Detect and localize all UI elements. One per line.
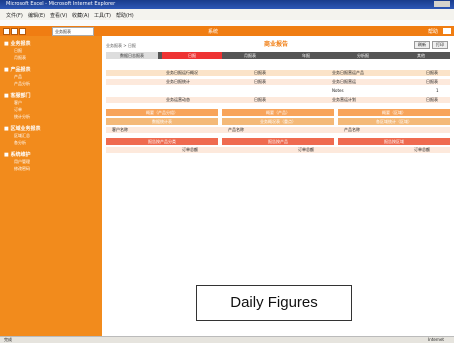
table-row[interactable]: 订单总额 订单总额 订单总额: [106, 147, 450, 153]
module-select[interactable]: 业务报表: [52, 27, 94, 36]
group-header-red: 报告按产品: [222, 138, 334, 145]
menu-favorites[interactable]: 收藏(A): [72, 12, 89, 19]
app-header: 业务报表 系统 帮助: [0, 26, 454, 36]
row-type: 日报表: [254, 97, 266, 102]
table-row[interactable]: Notes 1: [106, 88, 450, 94]
sidebar-item-orders[interactable]: 订单: [14, 107, 22, 113]
row-label: 业务运营动态: [166, 97, 190, 102]
close-icon[interactable]: [443, 28, 451, 34]
group-header: 概要（产品）: [222, 109, 334, 116]
row-type: 日报表: [426, 79, 438, 84]
sidebar: ■ 业务报表 日报 月报表 ■ 产品报表 产品 产品分析 ■ 客服部门 客户 订…: [0, 36, 102, 336]
tab-yearly[interactable]: 年报: [278, 52, 334, 59]
tab-other[interactable]: 其他: [392, 52, 450, 59]
menu-help[interactable]: 帮助(H): [116, 12, 134, 19]
group-header: 概要（区域）: [338, 109, 450, 116]
sidebar-item-users[interactable]: 用户管理: [14, 159, 30, 165]
column-label: 订单总额: [182, 147, 198, 152]
sidebar-section-system[interactable]: ■ 系统维护: [4, 151, 30, 158]
window-title: Microsoft Excel - Microsoft Internet Exp…: [6, 1, 116, 7]
sidebar-item-monthly[interactable]: 月报表: [14, 55, 26, 61]
column-label: 产品名称: [228, 127, 244, 132]
row-type: 日报表: [254, 70, 266, 75]
report-tabs: 数据日志报表 日报 月报表 年报 分析报 其他: [106, 52, 450, 59]
row-label: 业务日报营运: [332, 79, 356, 84]
row-label: 业务日报运行概况: [166, 70, 198, 75]
sidebar-item-product-analysis[interactable]: 产品分析: [14, 81, 30, 87]
sidebar-section-service[interactable]: ■ 客服部门: [4, 92, 30, 99]
menu-edit[interactable]: 编辑(E): [28, 12, 45, 19]
sidebar-item-region-summary[interactable]: 区域汇总: [14, 133, 30, 139]
group-subheader: 业务概况表（重点）: [222, 118, 334, 125]
window-controls[interactable]: [434, 1, 450, 7]
app-center-label: 系统: [208, 29, 219, 35]
window-title-bar: Microsoft Excel - Microsoft Internet Exp…: [0, 0, 454, 9]
forward-icon[interactable]: [11, 28, 18, 35]
tab-daily[interactable]: 日报: [162, 52, 222, 59]
tab-monthly[interactable]: 月报表: [222, 52, 278, 59]
menu-file[interactable]: 文件(F): [6, 12, 23, 19]
tab-log[interactable]: 数据日志报表: [106, 52, 158, 59]
sidebar-item-stats[interactable]: 统计分析: [14, 114, 30, 120]
sidebar-item-product[interactable]: 产品: [14, 74, 22, 80]
row-label: Notes: [332, 88, 344, 93]
refresh-button[interactable]: 刷新: [414, 41, 430, 49]
group-subheader: 各区域统计（区域）: [338, 118, 450, 125]
group-header: 概要（产品分组）: [106, 109, 218, 116]
figure-caption: Daily Figures: [196, 285, 352, 321]
sidebar-item-password[interactable]: 修改密码: [14, 166, 30, 172]
row-label: 业务日报营运产品: [332, 70, 364, 75]
sidebar-section-products[interactable]: ■ 产品报表: [4, 66, 30, 73]
row-type: 日报表: [426, 97, 438, 102]
status-text: 完成: [4, 337, 12, 342]
table-row[interactable]: 业务运营动态 日报表 业务营运计划 日报表: [106, 97, 450, 103]
row-count: 1: [436, 88, 439, 93]
group-header-red: 报告按产品分类: [106, 138, 218, 145]
column-label: 订单总额: [298, 147, 314, 152]
column-label: 订单总额: [414, 147, 430, 152]
table-row[interactable]: 业务日报统计 日报表 业务日报营运 日报表: [106, 79, 450, 85]
sidebar-section-regions[interactable]: ■ 区域业务报表: [4, 125, 40, 132]
breadcrumb: 业务报表 > 日报: [106, 43, 136, 48]
menu-tools[interactable]: 工具(T): [94, 12, 111, 19]
tab-analysis[interactable]: 分析报: [334, 52, 392, 59]
page-title: 商业报告: [264, 41, 289, 48]
help-link[interactable]: 帮助: [428, 28, 438, 35]
sidebar-item-customers[interactable]: 客户: [14, 100, 22, 106]
group-subheader: 数据统计表: [106, 118, 218, 125]
back-icon[interactable]: [3, 28, 10, 35]
column-label: 客户名称: [112, 127, 128, 132]
row-type: 日报表: [254, 79, 266, 84]
column-label: 产品名称: [344, 127, 360, 132]
status-zone: Internet: [428, 337, 444, 342]
table-row[interactable]: 客户名称 产品名称 产品名称: [106, 127, 450, 133]
home-icon[interactable]: [19, 28, 26, 35]
row-label: 业务日报统计: [166, 79, 190, 84]
row-label: 业务营运计划: [332, 97, 356, 102]
sidebar-item-daily[interactable]: 日报: [14, 48, 22, 54]
menu-view[interactable]: 查看(V): [50, 12, 67, 19]
sidebar-section-reports[interactable]: ■ 业务报表: [4, 40, 30, 47]
table-row[interactable]: 业务日报运行概况 日报表 业务日报营运产品 日报表: [106, 70, 450, 76]
group-header-red: 报告按区域: [338, 138, 450, 145]
print-button[interactable]: 打印: [432, 41, 448, 49]
sidebar-item-region-analysis[interactable]: 各分析: [14, 140, 26, 146]
row-type: 日报表: [426, 70, 438, 75]
